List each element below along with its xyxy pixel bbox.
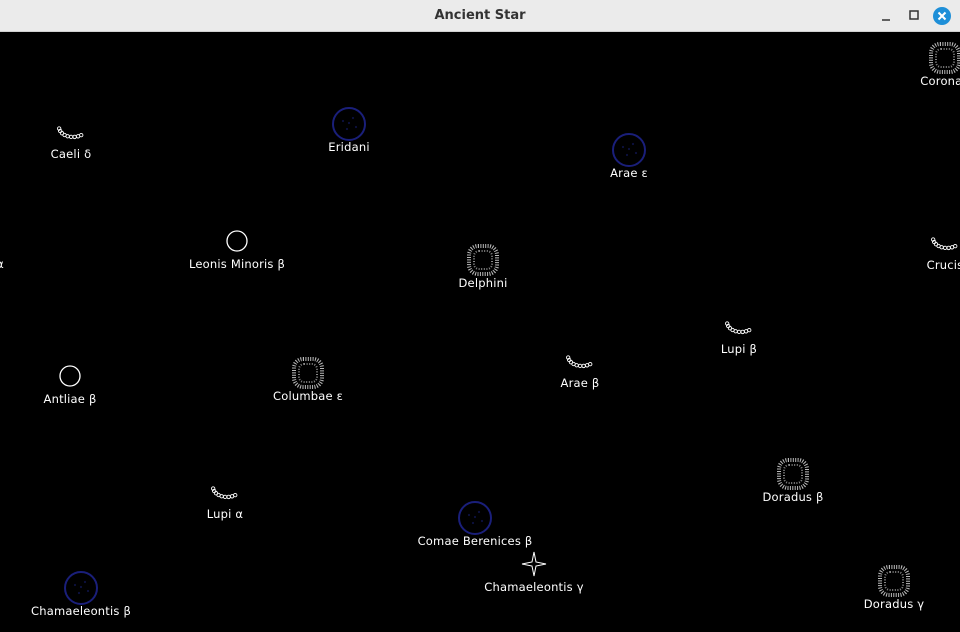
crescent-chain-icon [566, 355, 593, 369]
minimize-icon[interactable] [878, 7, 896, 25]
star-label: Doradus β [762, 490, 824, 504]
star-label: Crucis [926, 258, 960, 272]
four-point-star-icon [521, 551, 547, 577]
star-label: Coronae [920, 74, 960, 88]
crescent-chain-icon [725, 321, 752, 335]
star-label: α [0, 257, 4, 271]
maximize-icon[interactable] [906, 7, 924, 25]
window-title: Ancient Star [434, 8, 526, 23]
star-label: Leonis Minoris β [189, 257, 285, 271]
star-label: Columbae ε [272, 389, 344, 403]
dark-planet-icon [612, 133, 646, 167]
window-titlebar[interactable]: Ancient Star [0, 0, 960, 32]
dotted-ring-icon [878, 565, 910, 597]
star-label: Caeli δ [50, 147, 92, 161]
hollow-circle-icon [59, 365, 81, 387]
star-label: Arae β [560, 376, 600, 390]
dotted-ring-icon [777, 458, 809, 490]
close-icon[interactable] [933, 7, 951, 25]
dark-planet-icon [332, 107, 366, 141]
star-label: Arae ε [610, 166, 648, 180]
star-label: Eridani [328, 140, 370, 154]
star-label: Antliae β [43, 392, 97, 406]
hollow-circle-icon [226, 230, 248, 252]
dotted-ring-icon [467, 244, 499, 276]
star-map[interactable]: Caeli δ Eridani Arae ε Coronae Leonis Mi… [0, 32, 960, 632]
star-label: Doradus γ [863, 597, 925, 611]
dotted-ring-icon [292, 357, 324, 389]
star-label: Delphini [458, 276, 508, 290]
dark-planet-icon [64, 571, 98, 605]
star-label: Lupi α [206, 507, 244, 521]
crescent-chain-icon [211, 486, 238, 500]
star-label: Chamaeleontis γ [484, 580, 584, 594]
dark-planet-icon [458, 501, 492, 535]
dotted-ring-icon [929, 42, 960, 74]
star-label: Chamaeleontis β [31, 604, 131, 618]
star-label: Lupi β [720, 342, 758, 356]
crescent-chain-icon [57, 126, 84, 140]
crescent-chain-icon [931, 237, 958, 251]
